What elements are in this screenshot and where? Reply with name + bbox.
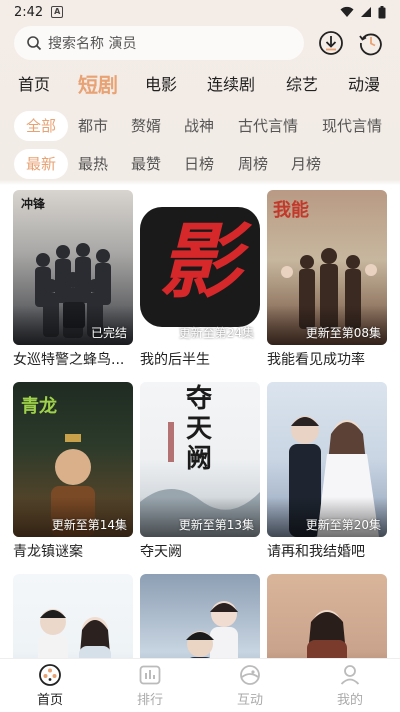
show-poster[interactable]: 冲锋 已完结 — [13, 190, 133, 345]
show-poster[interactable]: 青龙 更新至第14集 — [13, 382, 133, 537]
tab-movies[interactable]: 电影 — [145, 71, 177, 95]
home-reel-icon — [39, 664, 61, 686]
status-bar: 2:42 A — [0, 0, 400, 24]
bottom-tab-label: 互动 — [236, 693, 263, 708]
filter-sort-weekly[interactable]: 周榜 — [238, 149, 268, 179]
episode-status: 更新至第13集 — [178, 518, 254, 532]
svg-text:冲锋: 冲锋 — [21, 196, 46, 211]
notification-icon: A — [51, 6, 64, 18]
filter-sort-monthly[interactable]: 月榜 — [291, 149, 321, 179]
tab-variety[interactable]: 综艺 — [286, 71, 318, 95]
show-title[interactable]: 请再和我结婚吧 — [267, 541, 387, 561]
show-title[interactable]: 夺天阙 — [140, 541, 260, 561]
filter-sort-daily[interactable]: 日榜 — [184, 149, 214, 179]
app-logo-tile: 影 — [140, 207, 260, 327]
tab-short-drama[interactable]: 短剧 — [78, 69, 118, 98]
bottom-tab-interaction[interactable]: 互动 — [220, 663, 280, 708]
genre-filter-row: 全部 都市 赘婿 战神 古代言情 现代言情 — [0, 111, 400, 141]
filter-sort-most-liked[interactable]: 最赞 — [131, 149, 161, 179]
status-time: 2:42 — [14, 4, 44, 20]
show-title[interactable]: 青龙镇谜案 — [13, 541, 133, 561]
show-card[interactable]: 冲锋 已完结 女巡特警之蜂鸟... — [13, 190, 133, 369]
show-poster[interactable]: 夺天阙 更新至第13集 — [140, 382, 260, 537]
search-icon — [27, 36, 42, 51]
episode-status: 更新至第20集 — [305, 518, 381, 532]
svg-text:青龙: 青龙 — [21, 395, 57, 417]
wifi-icon — [340, 6, 354, 17]
svg-text:我能: 我能 — [273, 199, 309, 221]
show-title[interactable]: 我能看见成功率 — [267, 349, 387, 369]
bottom-tab-label: 排行 — [136, 693, 163, 708]
show-title[interactable]: 我的后半生 — [140, 349, 260, 369]
download-icon[interactable] — [318, 30, 344, 56]
show-card[interactable]: 更新至第20集 请再和我结婚吧 — [267, 382, 387, 561]
show-card[interactable]: 影 更新至第24集 我的后半生 — [140, 190, 260, 369]
tab-anime[interactable]: 动漫 — [348, 71, 380, 95]
show-poster[interactable]: 影 更新至第24集 — [140, 190, 260, 345]
sort-filter-row: 最新 最热 最赞 日榜 周榜 月榜 — [0, 149, 400, 179]
logo-glyph: 影 — [159, 215, 241, 310]
search-row: 搜索名称 演员 — [0, 26, 400, 60]
bottom-tab-label: 我的 — [336, 693, 363, 708]
show-card[interactable] — [13, 574, 133, 658]
poster-art — [307, 610, 347, 658]
filter-genre-all[interactable]: 全部 — [14, 111, 68, 141]
poster-art — [186, 601, 238, 658]
bottom-tab-profile[interactable]: 我的 — [320, 663, 380, 708]
show-title[interactable]: 女巡特警之蜂鸟... — [13, 349, 133, 369]
bottom-tab-label: 首页 — [36, 693, 63, 708]
filter-genre-ancient-romance[interactable]: 古代言情 — [238, 111, 298, 141]
bottom-tab-home[interactable]: 首页 — [20, 663, 80, 708]
interaction-icon — [240, 665, 260, 685]
episode-status: 更新至第14集 — [51, 518, 127, 532]
show-card[interactable]: 我能 更新至第08集 我能看见成功率 — [267, 190, 387, 369]
show-poster[interactable] — [13, 574, 133, 658]
show-card[interactable]: 青龙 更新至第14集 青龙镇谜案 — [13, 382, 133, 561]
show-grid: 冲锋 已完结 女巡特警之蜂鸟... 影 更新至第24集 我的后半生 我能 更新至… — [0, 190, 400, 658]
bottom-tab-ranking[interactable]: 排行 — [120, 663, 180, 708]
profile-icon — [340, 665, 360, 685]
show-card[interactable] — [267, 574, 387, 658]
show-poster[interactable]: 更新至第20集 — [267, 382, 387, 537]
poster-art — [38, 609, 111, 658]
show-poster[interactable] — [267, 574, 387, 658]
filter-genre-urban[interactable]: 都市 — [78, 111, 108, 141]
episode-status: 更新至第08集 — [305, 326, 381, 340]
ranking-icon — [139, 665, 161, 685]
show-poster[interactable] — [140, 574, 260, 658]
filter-genre-modern-romance[interactable]: 现代言情 — [322, 111, 382, 141]
signal-icon — [361, 7, 371, 17]
filter-genre-son-in-law[interactable]: 赘婿 — [131, 111, 161, 141]
tab-tv-series[interactable]: 连续剧 — [207, 71, 255, 95]
category-nav: 首页 短剧 电影 连续剧 综艺 动漫 — [0, 66, 400, 100]
search-input[interactable]: 搜索名称 演员 — [14, 26, 304, 60]
bottom-nav: 首页 排行 互动 我的 — [0, 658, 400, 712]
history-icon[interactable] — [358, 30, 384, 56]
episode-status: 已完结 — [90, 326, 127, 340]
filter-genre-war-god[interactable]: 战神 — [184, 111, 214, 141]
show-poster[interactable]: 我能 更新至第08集 — [267, 190, 387, 345]
episode-status: 更新至第24集 — [178, 326, 254, 340]
search-placeholder: 搜索名称 演员 — [48, 36, 137, 52]
tab-home[interactable]: 首页 — [18, 71, 50, 95]
battery-icon — [378, 5, 386, 18]
filter-sort-hottest[interactable]: 最热 — [78, 149, 108, 179]
show-card[interactable]: 夺天阙 更新至第13集 夺天阙 — [140, 382, 260, 561]
filter-sort-latest[interactable]: 最新 — [14, 149, 68, 179]
show-card[interactable] — [140, 574, 260, 658]
